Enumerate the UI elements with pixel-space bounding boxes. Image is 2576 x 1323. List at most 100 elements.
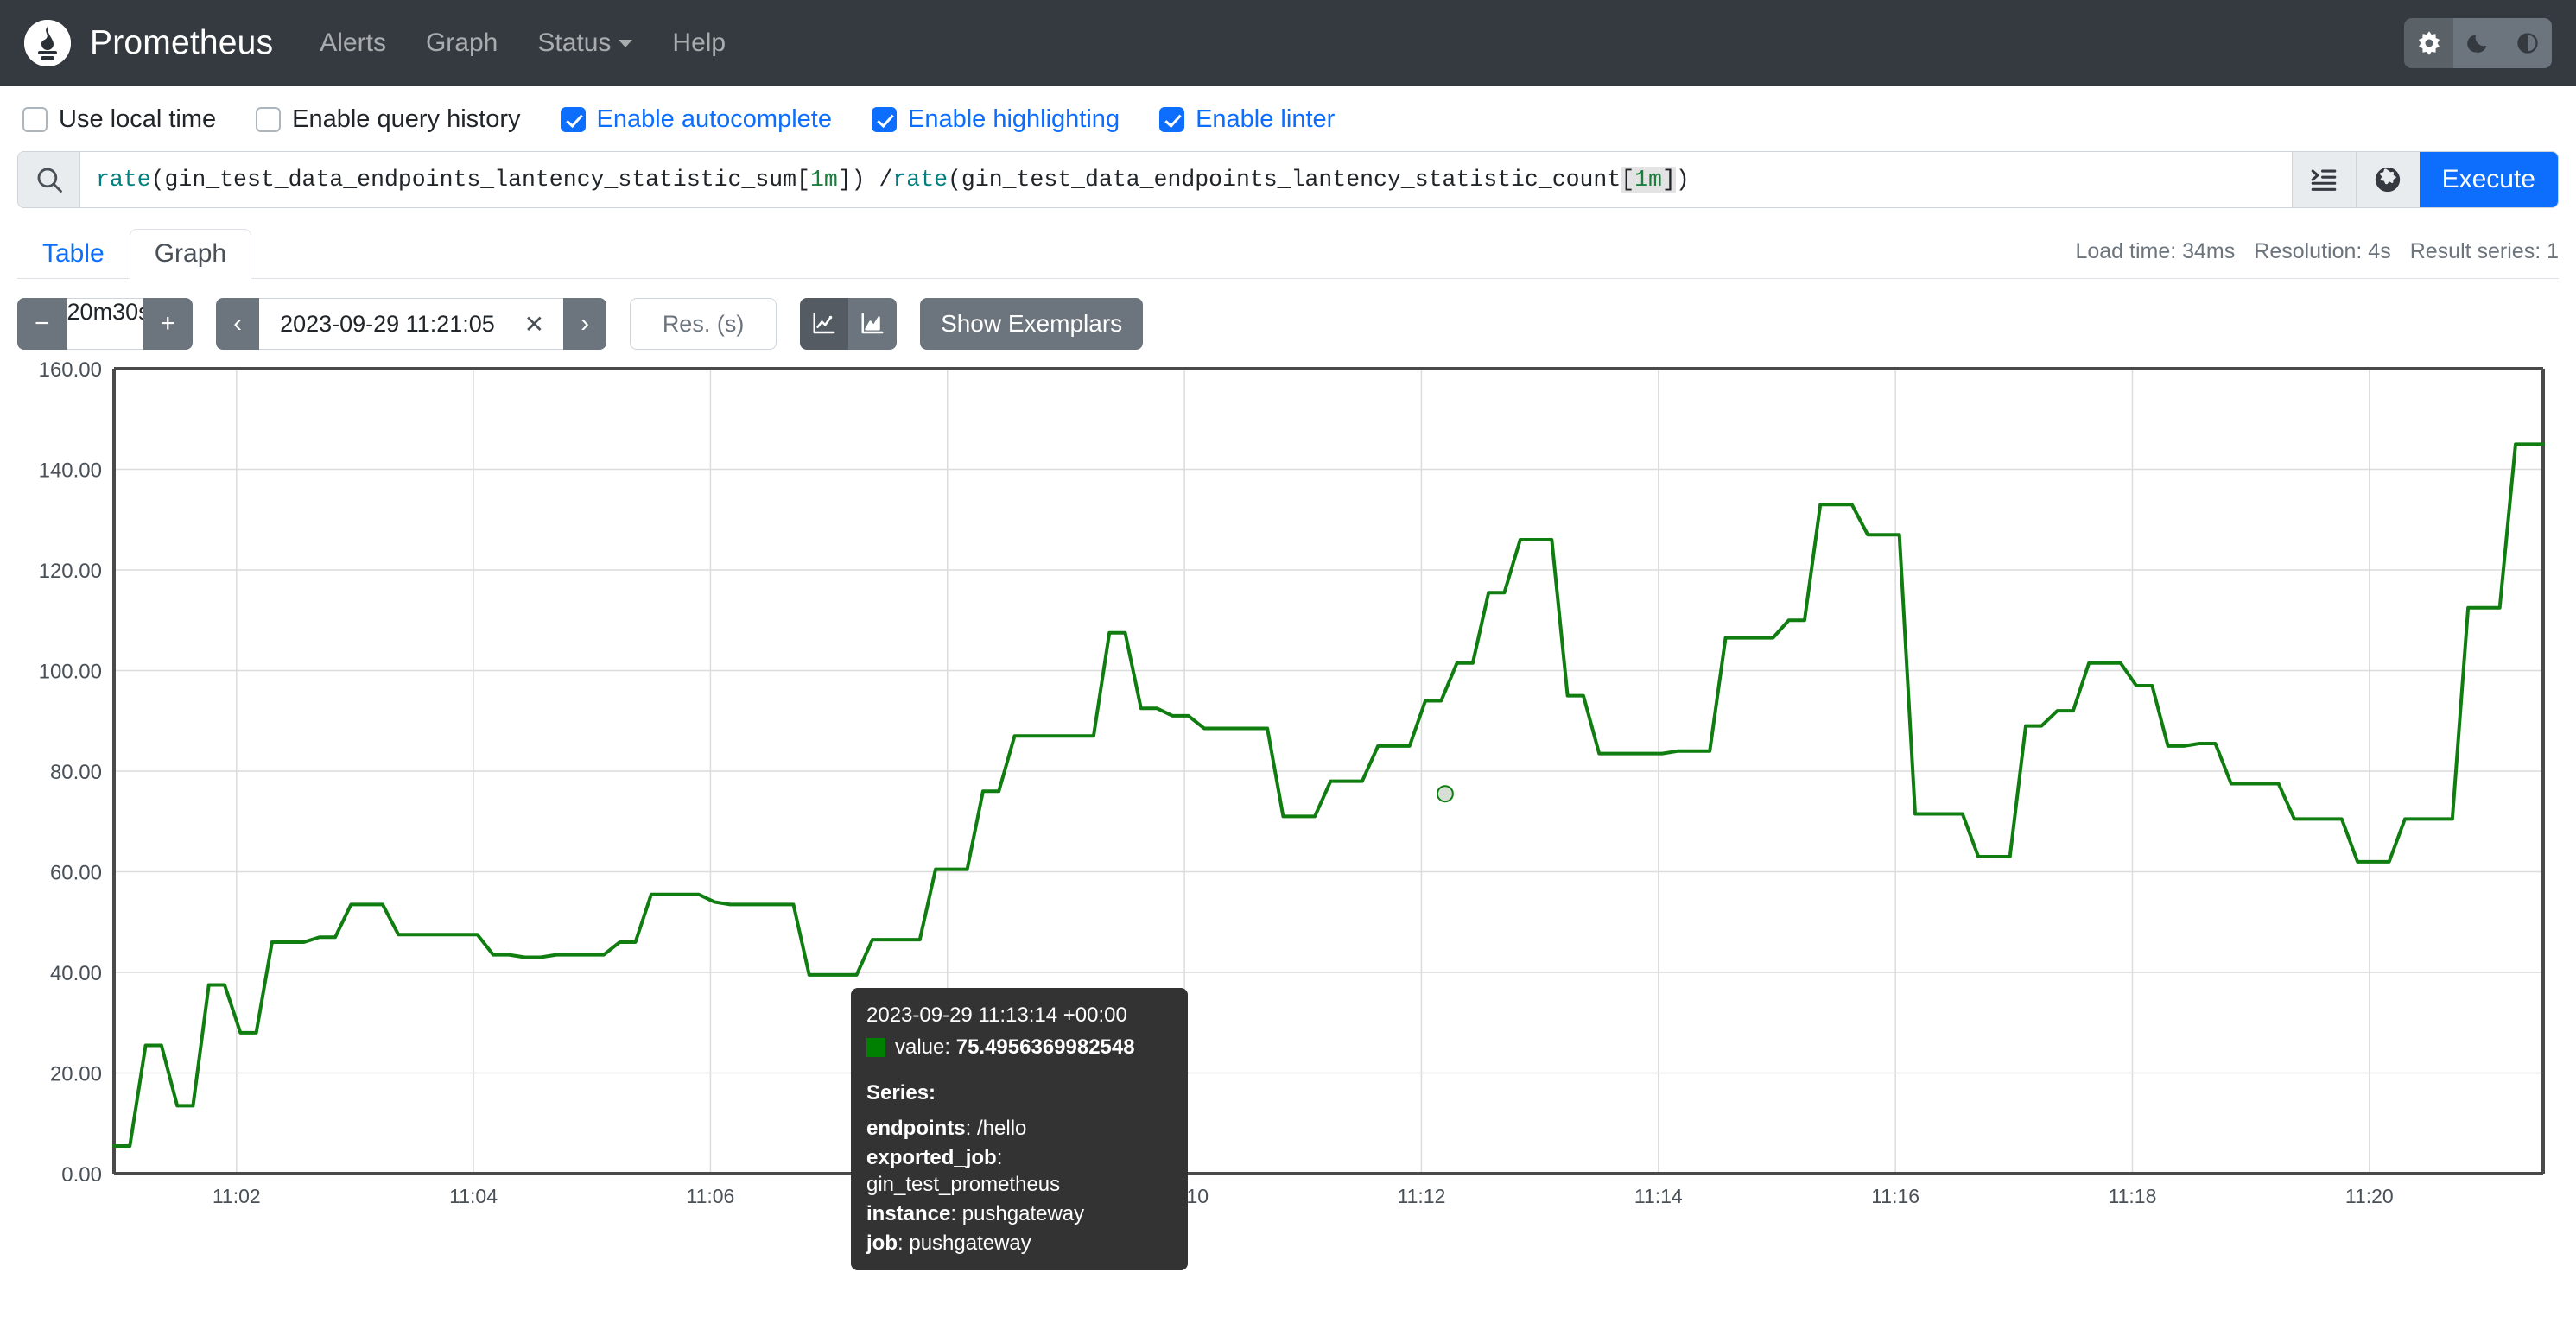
close-icon[interactable]: ✕: [524, 310, 544, 339]
tooltip-key-exported-job: exported_job: [866, 1145, 997, 1169]
query-input[interactable]: rate (gin_test_data_endpoints_lantency_st…: [80, 152, 2292, 207]
tooltip-label-job: job: pushgateway: [866, 1231, 1031, 1255]
svg-text:60.00: 60.00: [50, 862, 102, 885]
svg-text:11:02: 11:02: [213, 1185, 261, 1207]
tab-table[interactable]: Table: [17, 229, 130, 279]
nav-link-alerts[interactable]: Alerts: [320, 28, 386, 58]
query-token-tail: ): [1675, 167, 1690, 193]
query-bar: rate (gin_test_data_endpoints_lantency_st…: [17, 151, 2559, 208]
option-enable-autocomplete[interactable]: Enable autocomplete: [560, 105, 832, 134]
tooltip-value: value: 75.4956369982548: [895, 1034, 1135, 1061]
option-enable-linter[interactable]: Enable linter: [1159, 105, 1335, 134]
line-chart-icon[interactable]: [800, 298, 849, 350]
option-label-enable-autocomplete: Enable autocomplete: [596, 105, 832, 133]
svg-text:11:06: 11:06: [686, 1185, 734, 1207]
tooltip-key-instance: instance: [866, 1202, 951, 1226]
result-tabs: Table Graph Load time: 34ms Resolution: …: [17, 222, 2559, 279]
svg-text:20.00: 20.00: [50, 1063, 102, 1086]
checkbox-enable-highlighting[interactable]: [871, 107, 897, 132]
brand[interactable]: Prometheus: [24, 20, 273, 66]
nav-link-help[interactable]: Help: [672, 28, 726, 58]
svg-text:40.00: 40.00: [50, 962, 102, 985]
time-next-button[interactable]: ›: [563, 298, 607, 350]
svg-text:11:12: 11:12: [1398, 1185, 1446, 1207]
option-label-enable-highlighting: Enable highlighting: [907, 105, 1120, 133]
tooltip-label-exported-job: exported_job: gin_test_prometheus: [866, 1145, 1061, 1197]
result-series: Result series: 1: [2409, 239, 2559, 263]
tab-graph[interactable]: Graph: [129, 229, 252, 279]
time-series-chart[interactable]: 0.00 20.00 40.00 60.00 80.00 100.00 120.00 140.…: [17, 362, 2559, 1234]
checkbox-enable-autocomplete[interactable]: [560, 107, 586, 132]
svg-text:11:16: 11:16: [1871, 1185, 1919, 1207]
nav-links: Alerts Graph Status Help: [320, 28, 726, 58]
query-token-bracket-close: ]: [1661, 167, 1676, 193]
time-prev-button[interactable]: ‹: [216, 298, 260, 350]
tooltip-value-row: value: 75.4956369982548: [866, 1034, 1172, 1061]
option-label-use-local-time: Use local time: [59, 105, 217, 133]
nav-link-status[interactable]: Status: [537, 28, 633, 58]
query-token-mid2: ]) /: [837, 167, 893, 193]
checkbox-enable-linter[interactable]: [1159, 107, 1185, 132]
option-label-enable-linter: Enable linter: [1196, 105, 1336, 133]
svg-text:80.00: 80.00: [50, 761, 102, 784]
svg-text:11:18: 11:18: [2109, 1185, 2157, 1207]
checkbox-enable-query-history[interactable]: [256, 107, 282, 132]
brand-name: Prometheus: [90, 24, 274, 61]
resolution-input[interactable]: Res. (s): [630, 298, 777, 350]
graph-controls: − 20m30s + ‹ 2023-09-29 11:21:05 ✕ › Res…: [0, 279, 2576, 362]
option-label-enable-query-history: Enable query history: [292, 105, 521, 133]
half-circle-icon[interactable]: [2503, 18, 2552, 68]
tooltip-value-number: 75.4956369982548: [955, 1035, 1135, 1059]
chart-tooltip: 2023-09-29 11:13:14 +00:00 value: 75.495…: [851, 988, 1188, 1271]
resolution: Resolution: 4s: [2254, 239, 2391, 263]
svg-text:120.00: 120.00: [39, 560, 102, 583]
navbar: Prometheus Alerts Graph Status Help: [0, 0, 2576, 86]
stacked-area-chart-icon[interactable]: [848, 298, 898, 350]
nav-link-graph-label: Graph: [425, 28, 498, 57]
range-increase-button[interactable]: +: [143, 298, 194, 350]
resolution-placeholder: Res. (s): [662, 310, 745, 337]
query-token-fn1: rate: [96, 167, 151, 193]
option-enable-highlighting[interactable]: Enable highlighting: [871, 105, 1120, 134]
end-time-value: 2023-09-29 11:21:05: [280, 310, 495, 337]
svg-text:160.00: 160.00: [39, 362, 102, 382]
nav-link-alerts-label: Alerts: [320, 28, 386, 57]
tooltip-val-endpoints: /hello: [977, 1117, 1027, 1141]
query-token-dur1: 1m: [809, 167, 838, 193]
nav-link-graph[interactable]: Graph: [426, 28, 498, 58]
chevron-down-icon: [619, 39, 633, 47]
end-time-input[interactable]: 2023-09-29 11:21:05 ✕: [259, 298, 564, 350]
range-decrease-button[interactable]: −: [17, 298, 67, 350]
metrics-explorer-icon[interactable]: [2291, 152, 2356, 207]
checkbox-use-local-time[interactable]: [22, 107, 48, 132]
query-token-mid3: (gin_test_data_endpoints_lantency_statis…: [948, 167, 1621, 193]
svg-text:140.00: 140.00: [39, 459, 102, 483]
show-exemplars-button[interactable]: Show Exemplars: [920, 298, 1144, 350]
range-stepper: − 20m30s +: [17, 298, 194, 350]
globe-icon[interactable]: [2355, 152, 2420, 207]
tooltip-series-title: Series:: [866, 1081, 936, 1105]
tooltip-val-instance: pushgateway: [961, 1202, 1085, 1226]
tooltip-label-endpoints: endpoints: /hello: [866, 1117, 1027, 1141]
option-enable-query-history[interactable]: Enable query history: [256, 105, 521, 134]
nav-link-help-label: Help: [672, 28, 726, 57]
tooltip-timestamp: 2023-09-29 11:13:14 +00:00: [866, 1003, 1127, 1027]
sun-icon[interactable]: [2404, 18, 2453, 68]
moon-icon[interactable]: [2453, 18, 2503, 68]
tooltip-val-job: pushgateway: [909, 1231, 1031, 1255]
svg-text:11:20: 11:20: [2345, 1185, 2394, 1207]
search-icon: [18, 152, 80, 207]
tooltip-label-instance: instance: pushgateway: [866, 1202, 1085, 1226]
option-use-local-time[interactable]: Use local time: [22, 105, 216, 134]
chart-type-group: [800, 298, 898, 350]
query-token-fn2: rate: [892, 167, 949, 193]
svg-text:100.00: 100.00: [39, 661, 102, 684]
tooltip-val-exported-job: gin_test_prometheus: [866, 1173, 1061, 1197]
range-input[interactable]: 20m30s: [67, 298, 143, 350]
svg-text:11:04: 11:04: [449, 1185, 498, 1207]
svg-text:11:14: 11:14: [1634, 1185, 1683, 1207]
execute-button[interactable]: Execute: [2419, 152, 2558, 207]
tooltip-key-job: job: [866, 1231, 898, 1255]
svg-text:0.00: 0.00: [61, 1163, 102, 1187]
tooltip-value-label: value:: [895, 1035, 951, 1059]
